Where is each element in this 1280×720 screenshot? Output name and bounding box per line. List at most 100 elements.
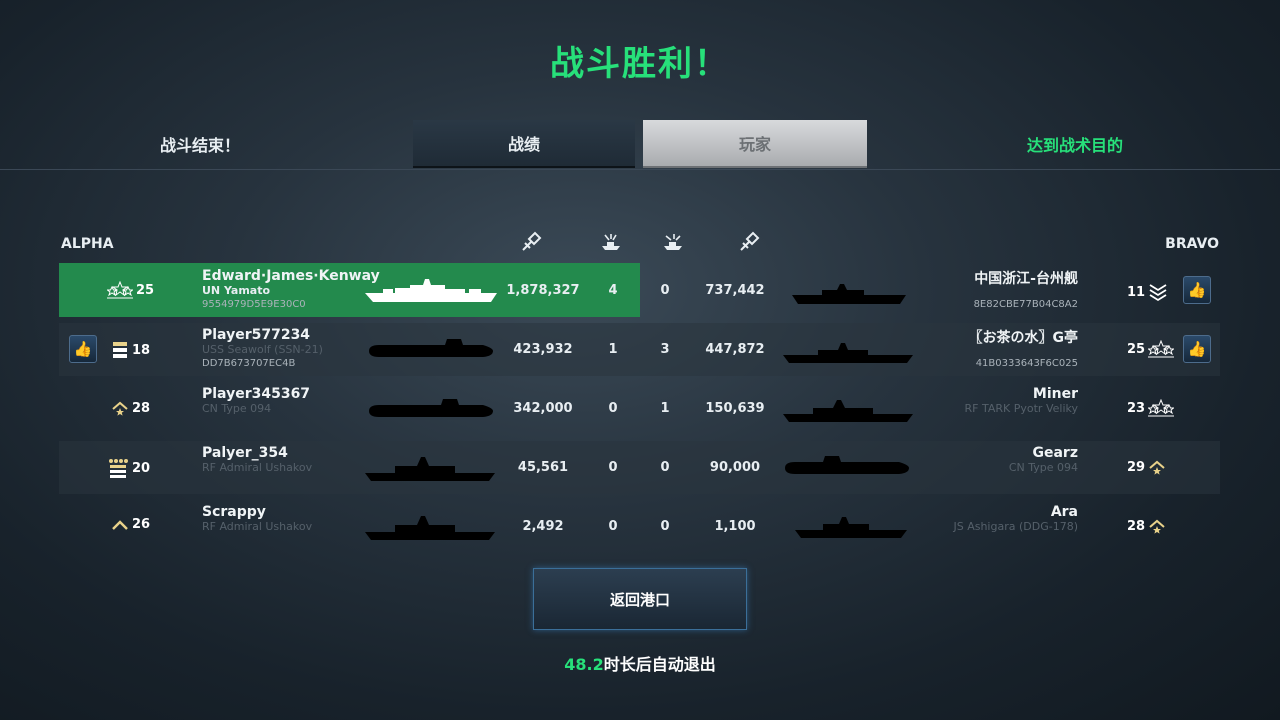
auto-exit-countdown: 48.2时长后自动退出 <box>0 651 1280 675</box>
bars-rank-icon <box>113 342 127 358</box>
right-player-ship: RF TARK Pyotr Veliky <box>964 402 1078 415</box>
return-to-port-button[interactable]: 返回港口 <box>533 568 747 630</box>
cruiser-silhouette <box>365 516 495 540</box>
cruiser-silhouette <box>783 343 913 363</box>
ships-destroyed-value: 0 <box>608 401 618 416</box>
bars-stars-rank-icon <box>109 459 128 478</box>
damage-received-value: 150,639 <box>705 401 765 416</box>
right-player-level: 11 <box>1127 281 1168 303</box>
damage-dealt-icon <box>522 231 542 251</box>
left-player-name[interactable]: Edward·James·Kenway <box>202 268 380 284</box>
level-number: 11 <box>1127 284 1146 300</box>
ships-lost-value: 0 <box>660 283 670 298</box>
left-player-name[interactable]: Player577234 <box>202 327 310 343</box>
chevron-rank-icon <box>112 519 128 530</box>
left-player-level: 25 <box>107 281 154 299</box>
tab-players[interactable]: 玩家 <box>643 120 867 168</box>
ships-lost-value: 3 <box>660 342 670 357</box>
damage-received-value: 737,442 <box>705 283 765 298</box>
team-bravo-label: BRAVO <box>1165 236 1219 252</box>
ships-lost-value: 1 <box>660 401 670 416</box>
damage-received-value: 447,872 <box>705 342 765 357</box>
battle-result-title: 战斗胜利！ <box>550 44 730 84</box>
right-player-name[interactable]: 中国浙江-台州舰 <box>974 268 1078 288</box>
level-number: 28 <box>132 400 151 416</box>
right-player-ship: JS Ashigara (DDG-178) <box>953 520 1078 533</box>
like-button[interactable]: 👍 <box>1183 276 1211 304</box>
left-player-name[interactable]: Palyer_354 <box>202 445 288 461</box>
ships-lost-icon <box>664 234 682 250</box>
tab-stats[interactable]: 战绩 <box>413 120 635 168</box>
player-row: 20 Palyer_354 RF Admiral Ushakov 45,561 … <box>59 441 1220 494</box>
chevron-star-rank-icon <box>1149 460 1165 475</box>
level-number: 29 <box>1127 459 1146 475</box>
right-player-id: 8E82CBE77B04C8A2 <box>973 299 1078 310</box>
level-number: 26 <box>132 517 151 532</box>
three-stars-rank-icon <box>107 281 133 299</box>
left-player-ship: RF Admiral Ushakov <box>202 520 313 533</box>
left-player-id: 9554979D5E9E30C0 <box>202 299 306 310</box>
damage-received-value: 90,000 <box>709 460 761 475</box>
ships-destroyed-value: 1 <box>608 342 618 357</box>
level-number: 25 <box>136 282 155 298</box>
ships-destroyed-value: 0 <box>608 519 618 534</box>
destroyer-silhouette <box>792 284 906 304</box>
right-player-level: 25 <box>1127 340 1175 358</box>
battle-end-label: 战斗结束！ <box>159 136 240 155</box>
submarine-silhouette <box>369 339 493 357</box>
player-row: 26 Scrappy RF Admiral Ushakov 2,492 0 0 … <box>59 500 1220 553</box>
submarine-silhouette <box>785 456 909 474</box>
thumbs-up-icon: 👍 <box>73 340 93 358</box>
right-player-level: 29 <box>1127 458 1166 476</box>
damage-received-icon <box>740 231 760 251</box>
ships-destroyed-icon <box>602 234 620 250</box>
damage-dealt-value: 1,878,327 <box>506 283 580 298</box>
like-button[interactable]: 👍 <box>69 335 97 363</box>
cruiser-silhouette <box>783 400 913 422</box>
left-player-ship: RF Admiral Ushakov <box>202 461 313 474</box>
level-number: 20 <box>132 460 151 476</box>
tab-bar: 战斗结束！ 战绩 玩家 达到战术目的 <box>0 120 1280 170</box>
left-player-ship: CN Type 094 <box>202 402 272 415</box>
objective-achieved-label: 达到战术目的 <box>1026 136 1123 155</box>
player-row: 28 Player345367 CN Type 094 342,000 0 1 … <box>59 382 1220 435</box>
ships-destroyed-value: 4 <box>608 283 618 298</box>
submarine-silhouette <box>369 399 493 417</box>
destroyer-silhouette <box>795 517 907 538</box>
level-number: 28 <box>1127 518 1146 534</box>
thumbs-up-icon: 👍 <box>1187 281 1207 299</box>
damage-dealt-value: 45,561 <box>517 460 569 475</box>
player-row: 👍 18 Player577234 USS Seawolf (SSN-21) D… <box>59 323 1220 376</box>
left-player-ship: UN Yamato <box>202 284 271 297</box>
right-player-level: 23 <box>1127 399 1175 417</box>
countdown-text: 时长后自动退出 <box>603 655 716 674</box>
right-player-id: 41B0333643F6C025 <box>975 358 1078 369</box>
right-player-ship: CN Type 094 <box>1008 461 1078 474</box>
countdown-seconds: 48.2 <box>564 655 604 674</box>
left-player-name[interactable]: Scrappy <box>202 504 266 520</box>
left-player-level: 18 <box>111 340 150 360</box>
right-player-name[interactable]: Miner <box>1033 386 1078 402</box>
left-player-name[interactable]: Player345367 <box>202 386 310 402</box>
ships-lost-value: 0 <box>660 519 670 534</box>
left-player-level: 28 <box>111 399 150 417</box>
left-player-id: DD7B673707EC4B <box>202 358 296 369</box>
left-player-ship: USS Seawolf (SSN-21) <box>202 343 323 356</box>
level-number: 25 <box>1127 341 1146 357</box>
chevron-star-rank-icon <box>112 401 128 416</box>
ships-lost-value: 0 <box>660 460 670 475</box>
damage-received-value: 1,100 <box>714 519 756 534</box>
chevron-stack-rank-icon <box>1149 284 1167 302</box>
right-player-name[interactable]: Gearz <box>1033 445 1079 461</box>
like-button[interactable]: 👍 <box>1183 335 1211 363</box>
three-stars-rank-icon <box>1148 399 1175 417</box>
ships-destroyed-value: 0 <box>608 460 618 475</box>
right-player-name[interactable]: 〖お茶の水〗G亭 <box>969 327 1079 347</box>
left-player-level: 26 <box>111 517 150 532</box>
three-stars-rank-icon <box>1148 340 1175 358</box>
left-player-level: 20 <box>107 458 150 478</box>
right-player-level: 28 <box>1127 517 1166 535</box>
thumbs-up-icon: 👍 <box>1187 340 1207 358</box>
player-row: 25 Edward·James·Kenway UN Yamato 9554979… <box>59 264 1220 317</box>
right-player-name[interactable]: Ara <box>1051 504 1078 520</box>
